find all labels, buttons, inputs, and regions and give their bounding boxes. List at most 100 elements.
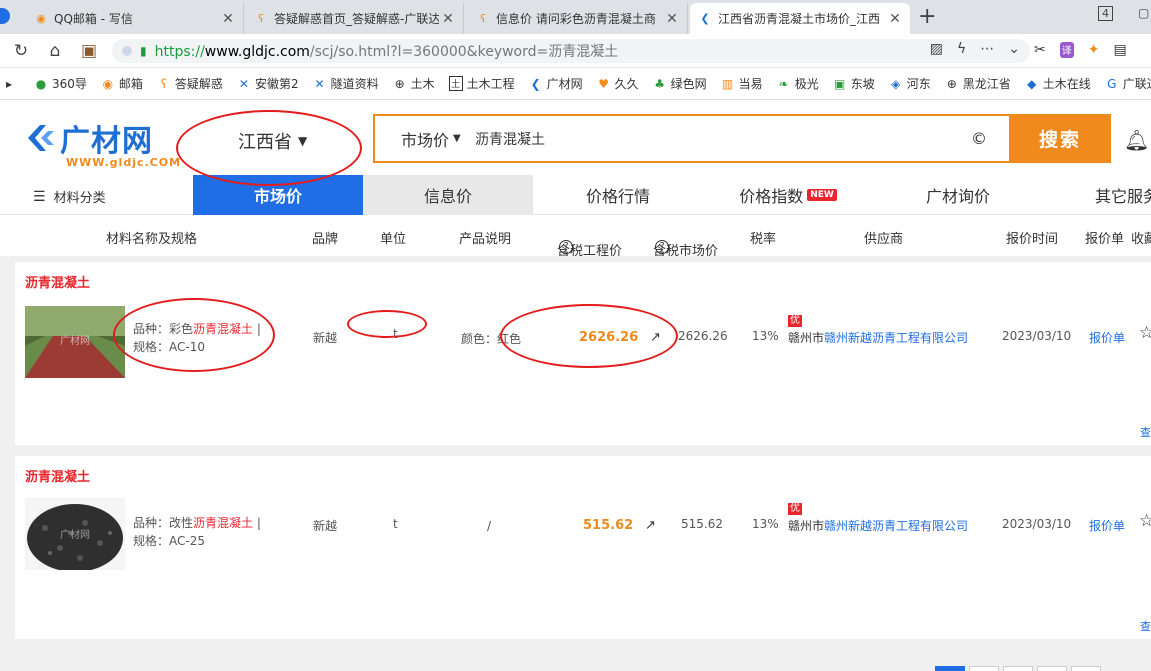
province-selector[interactable]: 江西省 ▼ (238, 128, 307, 154)
address-bar[interactable]: ▮ https://www.gldjc.com/scj/so.html?l=36… (112, 39, 1030, 63)
browser-toolbar: ↻ ⌂ ▣ ▮ https://www.gldjc.com/scj/so.htm… (0, 34, 1151, 68)
restore-icon[interactable]: ▢ (1138, 6, 1149, 20)
hamburger-icon: ☰ (33, 188, 46, 205)
bookmark-item[interactable]: ✕ 安徽第2 (237, 75, 299, 92)
star-icon[interactable]: ☆ (1139, 323, 1151, 343)
supplier-value: 优 赣州市赣州新越沥青工程有限公司 (788, 315, 969, 345)
gldjc-icon: ❮ (530, 76, 541, 91)
page-button[interactable] (935, 666, 965, 671)
date-value: 2023/03/10 (1002, 517, 1072, 531)
result-title[interactable]: 沥青混凝土 (25, 466, 90, 485)
nav-price-index[interactable]: 价格指数 NEW (703, 175, 873, 215)
market-price-value: 2626.26 (678, 329, 728, 343)
trend-icon[interactable]: ↗ (650, 330, 661, 345)
bookmark-item[interactable]: ♣ 绿色网 (653, 75, 706, 92)
close-icon[interactable]: ✕ (219, 11, 237, 27)
globe-icon: ⊕ (394, 76, 405, 91)
bookmark-item[interactable]: ▥ 当易 (721, 75, 763, 92)
page-button[interactable] (969, 666, 999, 671)
nav-other-services[interactable]: 其它服务 (1043, 175, 1151, 215)
logo-text: 广材网 (60, 124, 153, 159)
more-link[interactable]: 查 (1140, 618, 1151, 634)
bookmark-item[interactable]: 土土木工程 (448, 75, 515, 92)
nav-market-price[interactable]: 市场价 (193, 175, 363, 215)
home-icon[interactable]: ⌂ (44, 40, 66, 62)
page-button[interactable] (1037, 666, 1067, 671)
search-bar: 市场价 ▼ © 搜索 (373, 114, 1111, 163)
page-button[interactable] (1071, 666, 1101, 671)
bookmark-item[interactable]: ◆ 土木在线 (1025, 75, 1091, 92)
scissors-icon[interactable]: ✂ (1034, 42, 1046, 58)
briefcase-icon[interactable]: ▣ (78, 40, 100, 62)
nav-price-trend[interactable]: 价格行情 (533, 175, 703, 215)
tab-jiangxi-market[interactable]: ❮ 江西省沥青混凝土市场价_江西 ✕ (690, 3, 910, 34)
tab-counter[interactable]: 4 (1098, 6, 1113, 21)
tab-title: 江西省沥青混凝土市场价_江西 (718, 12, 881, 26)
product-image[interactable]: 广材网 (25, 306, 125, 378)
premium-badge: 优 (788, 315, 802, 327)
heart-icon: ♥ (598, 76, 610, 91)
bookmark-item[interactable]: ʕ 答疑解惑 (157, 75, 223, 92)
tab-title: 信息价 请问彩色沥青混凝土商 (496, 12, 656, 26)
product-image[interactable]: 广材网 (25, 498, 125, 570)
game-icon[interactable]: ✦ (1088, 42, 1100, 58)
chevron-down-icon[interactable]: ⌄ (1008, 41, 1020, 57)
material-category-menu[interactable]: ☰ 材料分类 (33, 187, 106, 207)
help-icon[interactable]: ? (559, 240, 573, 254)
supplier-link[interactable]: 赣州新越沥青工程有限公司 (824, 331, 968, 345)
supplier-link[interactable]: 赣州新越沥青工程有限公司 (824, 519, 968, 533)
quote-link[interactable]: 报价单 (1089, 329, 1125, 346)
bookmark-item[interactable]: ✕ 隧道资料 (313, 75, 379, 92)
quote-link[interactable]: 报价单 (1089, 517, 1125, 534)
bookmark-item[interactable]: ❮ 广材网 (529, 75, 583, 92)
search-scope-dropdown[interactable]: 市场价 ▼ (375, 127, 475, 151)
building-icon: 土 (448, 76, 463, 91)
translate-icon[interactable]: 译 (1059, 42, 1074, 58)
tab-qq-mail[interactable]: ◉ QQ邮箱 - 写信 ✕ (26, 3, 244, 34)
close-icon[interactable]: ✕ (663, 11, 681, 27)
close-icon[interactable]: ✕ (439, 11, 457, 27)
main-navigation: ☰ 材料分类 市场价 信息价 价格行情 价格指数NEW 广材询价 其它服务 (0, 175, 1151, 215)
nav-info-price[interactable]: 信息价 (363, 175, 533, 215)
lightning-icon[interactable]: ϟ (957, 41, 966, 57)
bookmark-item[interactable]: ♥ 久久 (597, 75, 638, 92)
bell-icon[interactable]: 🔔︎ (1124, 128, 1149, 152)
result-title[interactable]: 沥青混凝土 (25, 272, 90, 291)
new-tab-button[interactable]: + (918, 4, 936, 29)
bookmark-item[interactable]: ❧ 极光 (777, 75, 819, 92)
refresh-icon[interactable]: ↻ (10, 40, 32, 62)
browser-menu-icon[interactable] (0, 8, 10, 24)
bookmark-item[interactable]: ⊕ 土木 (393, 75, 435, 92)
lock-icon: ▮ (140, 44, 147, 58)
site-logo[interactable]: 广材网 WWW.gldjc.COM (26, 116, 181, 169)
trend-icon[interactable]: ↗ (645, 518, 656, 533)
star-icon[interactable]: ☆ (1139, 511, 1151, 531)
site-info-icon[interactable] (122, 46, 132, 56)
anhui-icon: ✕ (238, 76, 249, 91)
search-input[interactable] (475, 130, 955, 147)
bookmark-item[interactable]: ▣ 东坡 (833, 75, 875, 92)
bookmark-item[interactable]: ● 360导 (34, 75, 87, 92)
search-button[interactable]: 搜索 (1009, 114, 1111, 163)
bookmark-item[interactable]: ◉ 邮箱 (101, 75, 143, 92)
browser-tab-strip: ◉ QQ邮箱 - 写信 ✕ ʕ 答疑解惑首页_答疑解惑-广联达 ✕ ʕ 信息价 … (0, 0, 1151, 34)
tab-qa-home[interactable]: ʕ 答疑解惑首页_答疑解惑-广联达 ✕ (246, 3, 464, 34)
close-icon[interactable]: ✕ (886, 11, 904, 27)
bookmark-item[interactable]: ⊕ 黑龙江省 (945, 75, 1011, 92)
bookmark-item[interactable]: ◈ 河东 (889, 75, 931, 92)
product-spec: 品种：改性沥青混凝土 | 规格：AC-25 (133, 516, 261, 548)
screenshot-icon[interactable]: ▨ (930, 41, 943, 57)
more-icon[interactable]: ⋯ (980, 41, 994, 57)
help-icon[interactable]: ? (655, 240, 669, 254)
bookmark-item[interactable]: G广联达 (1105, 75, 1151, 92)
date-value: 2023/03/10 (1002, 329, 1072, 343)
more-link[interactable]: 查 (1140, 424, 1151, 440)
copyright-icon[interactable]: © (971, 129, 991, 148)
tab-info-price[interactable]: ʕ 信息价 请问彩色沥青混凝土商 ✕ (468, 3, 688, 34)
province-label: 江西省 (238, 132, 292, 153)
reader-icon[interactable]: ▤ (1113, 42, 1126, 58)
nav-inquiry[interactable]: 广材询价 (873, 175, 1043, 215)
page-button[interactable] (1003, 666, 1033, 671)
bookmark-item[interactable]: ▸ (2, 77, 20, 91)
brand-value: 新越 (313, 331, 338, 345)
